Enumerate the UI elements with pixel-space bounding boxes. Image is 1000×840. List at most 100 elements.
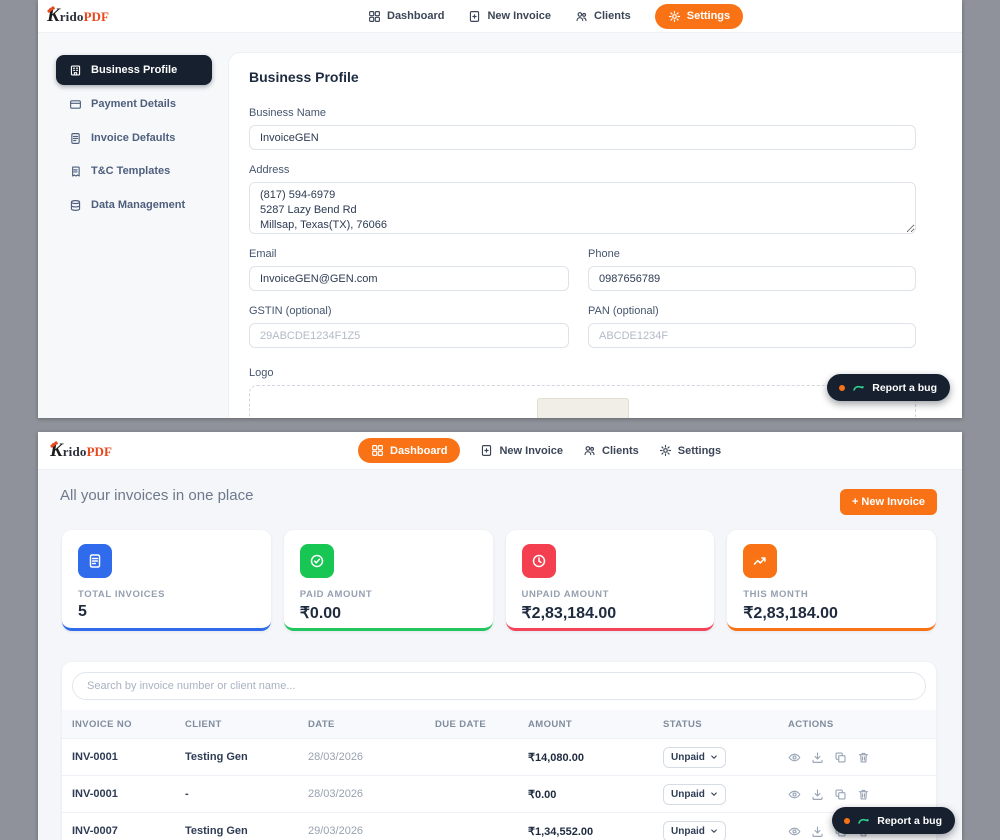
- stat-card-paid-amount: PAID AMOUNT ₹0.00: [284, 530, 493, 631]
- invoice-icon: [78, 544, 112, 578]
- col-actions: ACTIONS: [788, 719, 936, 730]
- app-logo[interactable]: KridoPDF: [47, 5, 109, 27]
- nav-dashboard-label: Dashboard: [390, 445, 447, 457]
- download-icon[interactable]: [811, 788, 824, 801]
- nav-settings[interactable]: Settings: [655, 4, 743, 29]
- nav-new-invoice[interactable]: New Invoice: [480, 444, 563, 457]
- clock-icon: [522, 544, 556, 578]
- table-row: INV-0001 - 28/03/2026 ₹0.00 Unpaid: [62, 775, 936, 812]
- app-logo[interactable]: KridoPDF: [50, 440, 112, 462]
- notification-dot: [839, 385, 845, 391]
- duplicate-icon[interactable]: [834, 788, 847, 801]
- nav-dashboard[interactable]: Dashboard: [368, 10, 444, 23]
- stat-value: ₹2,83,184.00: [522, 603, 699, 623]
- report-bug-label: Report a bug: [877, 815, 942, 827]
- gear-icon: [668, 10, 681, 23]
- sidebar-label: T&C Templates: [91, 165, 170, 177]
- delete-icon[interactable]: [857, 788, 870, 801]
- stat-value: ₹2,83,184.00: [743, 603, 920, 623]
- page-title: Business Profile: [249, 69, 962, 85]
- new-invoice-button[interactable]: + New Invoice: [840, 489, 937, 515]
- cell-invoice-no: INV-0007: [72, 825, 185, 837]
- notification-dot: [844, 818, 850, 824]
- nav-new-invoice-label: New Invoice: [487, 10, 551, 22]
- users-icon: [575, 10, 588, 23]
- sidebar-item-payment-details[interactable]: Payment Details: [56, 89, 212, 119]
- nav-clients[interactable]: Clients: [575, 10, 631, 23]
- stat-label: UNPAID AMOUNT: [522, 589, 699, 600]
- stat-card-this-month: THIS MONTH ₹2,83,184.00: [727, 530, 936, 631]
- status-dropdown[interactable]: Unpaid: [663, 821, 726, 840]
- download-icon[interactable]: [811, 825, 824, 838]
- report-bug-button[interactable]: Report a bug: [827, 374, 950, 401]
- email-field[interactable]: [249, 266, 569, 291]
- cell-date: 29/03/2026: [308, 825, 435, 837]
- building-icon: [69, 64, 82, 77]
- logo-dropzone[interactable]: [249, 385, 916, 418]
- business-profile-form: Business Profile Business Name Address (…: [228, 52, 962, 418]
- sidebar-item-tc-templates[interactable]: T&C Templates: [56, 156, 212, 186]
- top-nav: Dashboard New Invoice Clients Settings: [368, 0, 743, 32]
- gstin-field[interactable]: [249, 323, 569, 348]
- nav-new-invoice[interactable]: New Invoice: [468, 10, 551, 23]
- settings-screen: KridoPDF Dashboard New Invoice Clients S…: [38, 0, 962, 418]
- cell-amount: ₹1,34,552.00: [528, 825, 663, 838]
- stat-label: PAID AMOUNT: [300, 589, 477, 600]
- duplicate-icon[interactable]: [834, 751, 847, 764]
- stat-label: TOTAL INVOICES: [78, 589, 255, 600]
- cell-client: Testing Gen: [185, 751, 308, 763]
- col-status: STATUS: [663, 719, 788, 730]
- cell-invoice-no: INV-0001: [72, 788, 185, 800]
- nav-settings-label: Settings: [678, 445, 721, 457]
- status-dropdown[interactable]: Unpaid: [663, 784, 726, 805]
- nav-settings[interactable]: Settings: [659, 444, 721, 457]
- nav-dashboard-label: Dashboard: [387, 10, 444, 22]
- sidebar-label: Payment Details: [91, 98, 176, 110]
- col-date: DATE: [308, 719, 435, 730]
- dashboard-screen: KridoPDF Dashboard New Invoice Clients S…: [38, 432, 962, 840]
- stat-value: ₹0.00: [300, 603, 477, 623]
- view-icon[interactable]: [788, 751, 801, 764]
- cell-date: 28/03/2026: [308, 788, 435, 800]
- nav-new-invoice-label: New Invoice: [499, 445, 563, 457]
- view-icon[interactable]: [788, 825, 801, 838]
- report-bug-button[interactable]: Report a bug: [832, 807, 955, 834]
- status-value: Unpaid: [671, 752, 705, 763]
- sidebar-item-invoice-defaults[interactable]: Invoice Defaults: [56, 123, 212, 153]
- bug-icon: [857, 814, 870, 827]
- receipt-icon: [69, 165, 82, 178]
- view-icon[interactable]: [788, 788, 801, 801]
- gear-icon: [659, 444, 672, 457]
- logo-k-mark: K: [47, 5, 60, 26]
- nav-dashboard[interactable]: Dashboard: [358, 438, 460, 463]
- top-nav: Dashboard New Invoice Clients Settings: [358, 432, 721, 469]
- database-icon: [69, 199, 82, 212]
- table-row: INV-0001 Testing Gen 28/03/2026 ₹14,080.…: [62, 738, 936, 775]
- sidebar-item-data-management[interactable]: Data Management: [56, 190, 212, 220]
- chevron-down-icon: [710, 753, 718, 761]
- phone-field[interactable]: [588, 266, 916, 291]
- gstin-label: GSTIN (optional): [249, 305, 569, 317]
- pan-label: PAN (optional): [588, 305, 916, 317]
- document-icon: [69, 132, 82, 145]
- search-input[interactable]: [72, 672, 926, 700]
- cell-client: -: [185, 788, 308, 800]
- delete-icon[interactable]: [857, 751, 870, 764]
- trend-up-icon: [743, 544, 777, 578]
- status-dropdown[interactable]: Unpaid: [663, 747, 726, 768]
- stats-row: TOTAL INVOICES 5 PAID AMOUNT ₹0.00 UNPAI…: [62, 530, 936, 631]
- row-actions: [788, 751, 936, 764]
- business-name-field[interactable]: [249, 125, 916, 150]
- sidebar-item-business-profile[interactable]: Business Profile: [56, 55, 212, 85]
- sidebar-label: Business Profile: [91, 64, 177, 76]
- pan-field[interactable]: [588, 323, 916, 348]
- address-field[interactable]: (817) 594-6979 5287 Lazy Bend Rd Millsap…: [249, 182, 916, 234]
- table-header-row: INVOICE NO CLIENT DATE DUE DATE AMOUNT S…: [62, 710, 936, 738]
- logo-suffix: PDF: [84, 9, 109, 24]
- nav-clients-label: Clients: [594, 10, 631, 22]
- nav-clients[interactable]: Clients: [583, 444, 639, 457]
- logo-name: rido: [60, 9, 84, 24]
- download-icon[interactable]: [811, 751, 824, 764]
- col-amount: AMOUNT: [528, 719, 663, 730]
- stat-value: 5: [78, 603, 255, 621]
